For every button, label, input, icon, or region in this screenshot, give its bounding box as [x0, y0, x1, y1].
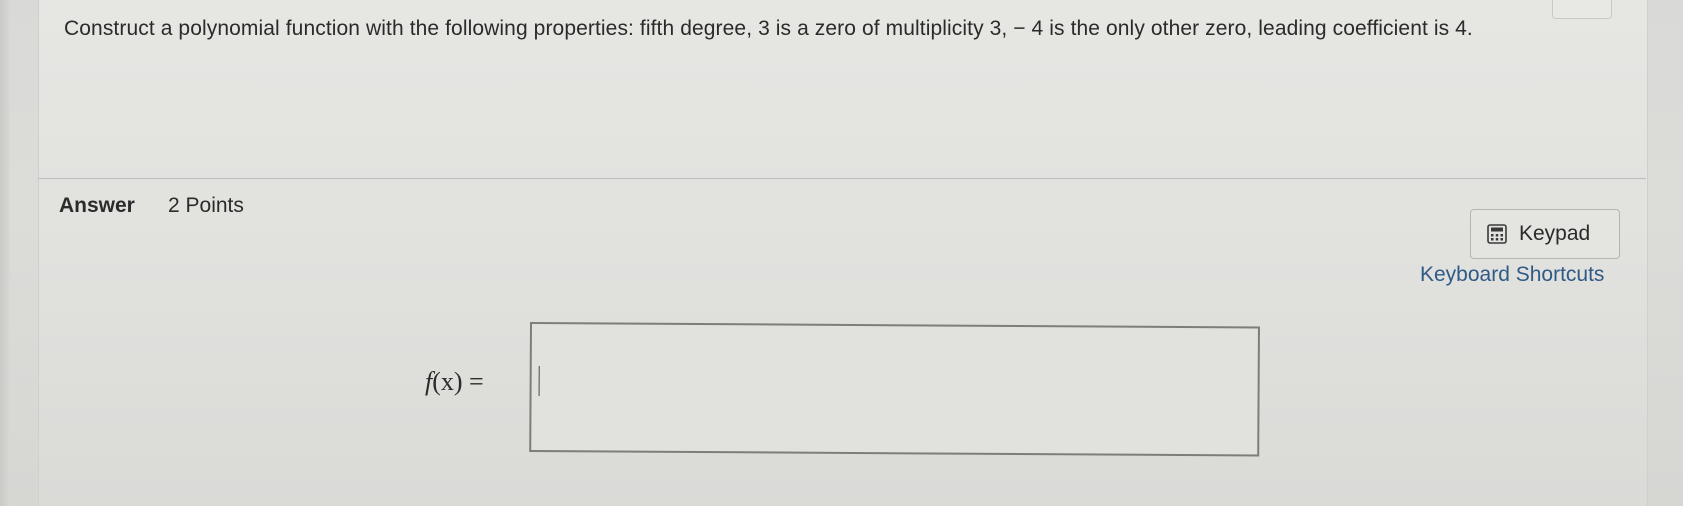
points-label: 2 Points: [168, 194, 244, 217]
answer-input[interactable]: [529, 322, 1260, 457]
calculator-icon: [1487, 224, 1507, 244]
section-divider: [38, 178, 1646, 179]
function-argument: (x) =: [432, 367, 484, 396]
text-cursor: [538, 366, 540, 397]
keypad-button[interactable]: Keypad: [1470, 209, 1620, 259]
function-label: f(x) =: [425, 367, 484, 397]
keypad-label: Keypad: [1519, 222, 1591, 245]
question-text: Construct a polynomial function with the…: [64, 17, 1473, 40]
page-edge: [0, 0, 10, 506]
answer-heading: Answer: [59, 194, 135, 217]
keyboard-shortcuts-link[interactable]: Keyboard Shortcuts: [1420, 263, 1604, 287]
